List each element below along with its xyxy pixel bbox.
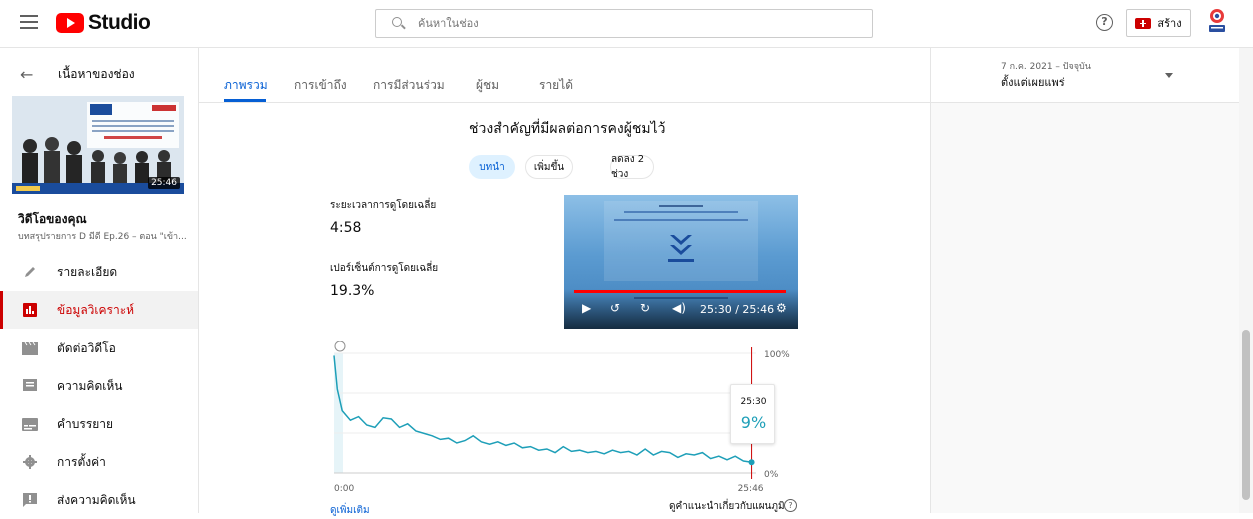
create-button[interactable]: สร้าง <box>1126 9 1191 37</box>
thumbnail-duration: 25:46 <box>148 177 180 189</box>
back-to-content[interactable]: ← เนื้อหาของช่อง <box>20 65 135 84</box>
sidebar-item-label: คำบรรยาย <box>57 416 114 431</box>
info-icon <box>334 341 346 352</box>
video-subtitle: บทสรุปรายการ D มีดี Ep.26 – ตอน "เข้า... <box>18 232 187 242</box>
player-progress-bar[interactable] <box>574 290 786 293</box>
youtube-play-icon <box>56 13 84 33</box>
player-time: 25:30 / 25:46 <box>700 303 775 316</box>
play-icon[interactable]: ▶ <box>582 301 591 315</box>
x-end-label: 25:46 <box>738 484 764 494</box>
brand-name: Studio <box>88 11 151 34</box>
avg-percent-value: 19.3% <box>330 283 375 299</box>
chip-increase[interactable]: เพิ่มขึ้น <box>525 155 573 179</box>
sidebar-item-label: ตัดต่อวิดีโอ <box>57 340 116 355</box>
forward-icon[interactable]: ↻ <box>640 301 650 315</box>
sidebar-item-label: ความคิดเห็น <box>57 378 123 393</box>
tab-audience[interactable]: ผู้ชม <box>476 76 499 95</box>
retention-title: ช่วงสำคัญที่มีผลต่อการคงผู้ชมไว้ <box>469 121 666 137</box>
video-player[interactable]: ▶ ↺ ↻ ◀) 25:30 / 25:46 ⚙ <box>564 195 798 329</box>
sidebar-item-editor[interactable]: ตัดต่อวิดีโอ <box>0 329 198 367</box>
chart-tooltip: 25:30 9% <box>730 384 775 444</box>
y-tick-label: 100% <box>764 350 790 360</box>
video-title: วิดีโอของคุณ <box>18 212 87 226</box>
sidebar-item-label: ข้อมูลวิเคราะห์ <box>57 302 135 317</box>
page-scrollbar[interactable] <box>1239 48 1253 513</box>
analytics-icon <box>21 302 38 319</box>
clapperboard-icon <box>21 340 38 357</box>
sidebar-item-analytics[interactable]: ข้อมูลวิเคราะห์ <box>0 291 198 329</box>
tooltip-time: 25:30 <box>740 397 767 407</box>
retention-line <box>333 355 752 463</box>
date-range-text: 7 ก.ค. 2021 – ปัจจุบัน <box>1001 62 1091 72</box>
y-tick-label: 0% <box>764 470 779 480</box>
see-more-link[interactable]: ดูเพิ่มเติม <box>330 503 370 518</box>
date-filter[interactable]: 7 ก.ค. 2021 – ปัจจุบัน ตั้งแต่เผยแพร่ <box>931 48 1240 103</box>
tab-engagement[interactable]: การมีส่วนร่วม <box>373 76 445 95</box>
hamburger-menu-icon[interactable] <box>20 15 38 29</box>
sidebar-item-details[interactable]: รายละเอียด <box>0 253 198 291</box>
subtitles-icon <box>21 416 38 433</box>
chip-intro[interactable]: บทนำ <box>469 155 515 179</box>
studio-logo[interactable]: Studio <box>56 11 151 35</box>
pencil-icon <box>21 264 38 281</box>
player-settings-gear-icon[interactable]: ⚙ <box>776 301 787 315</box>
rewind-icon[interactable]: ↺ <box>610 301 620 315</box>
feedback-icon <box>21 492 38 509</box>
avatar[interactable] <box>1206 7 1228 37</box>
avg-duration-value: 4:58 <box>330 220 362 236</box>
active-tab-indicator <box>224 99 266 102</box>
tooltip-value: 9% <box>740 413 767 432</box>
sidebar-item-feedback[interactable]: ส่งความคิดเห็น <box>0 481 198 519</box>
dropdown-arrow-icon[interactable] <box>1165 73 1173 78</box>
retention-card: ช่วงสำคัญที่มีผลต่อการคงผู้ชมไว้ บทนำ เพ… <box>199 104 930 516</box>
tab-reach[interactable]: การเข้าถึง <box>294 76 347 95</box>
search-input[interactable] <box>418 17 818 30</box>
sidebar-item-label: ส่งความคิดเห็น <box>57 492 136 507</box>
sidebar-item-subtitles[interactable]: คำบรรยาย <box>0 405 198 443</box>
create-video-icon <box>1135 17 1152 29</box>
chip-decrease[interactable]: ลดลง 2 ช่วง <box>610 154 654 180</box>
create-label: สร้าง <box>1157 17 1182 30</box>
x-start-label: 0:00 <box>334 484 354 494</box>
chart-guide-hint[interactable]: ดูคำแนะนำเกี่ยวกับแผนภูมิ <box>669 499 785 514</box>
avg-percent-label: เปอร์เซ็นต์การดูโดยเฉลี่ย <box>330 263 439 274</box>
right-panel: 7 ก.ค. 2021 – ปัจจุบัน ตั้งแต่เผยแพร่ <box>930 48 1240 513</box>
help-icon[interactable]: ? <box>1096 14 1113 31</box>
sidebar: ← เนื้อหาของช่อง 25:46 วิดีโอของคุณ บทสร… <box>0 48 199 513</box>
volume-icon[interactable]: ◀) <box>672 301 686 315</box>
sidebar-item-comments[interactable]: ความคิดเห็น <box>0 367 198 405</box>
search-box[interactable] <box>375 9 873 38</box>
scrollbar-thumb[interactable] <box>1242 330 1250 500</box>
search-icon <box>392 16 406 31</box>
retention-current-point <box>748 459 755 466</box>
comment-icon <box>21 378 38 395</box>
top-bar: Studio ? สร้าง <box>0 0 1253 47</box>
sidebar-item-label: รายละเอียด <box>57 264 118 279</box>
gear-icon <box>21 454 38 471</box>
video-thumbnail[interactable]: 25:46 <box>12 96 184 194</box>
tab-revenue[interactable]: รายได้ <box>539 76 573 95</box>
sidebar-item-label: การตั้งค่า <box>57 454 106 469</box>
avg-duration-label: ระยะเวลาการดูโดยเฉลี่ย <box>330 200 437 211</box>
tab-overview[interactable]: ภาพรวม <box>224 76 268 95</box>
back-arrow-icon[interactable]: ← <box>20 65 40 84</box>
back-label: เนื้อหาของช่อง <box>58 67 135 81</box>
analytics-tabs: ภาพรวม การเข้าถึง การมีส่วนร่วม ผู้ชม รา… <box>199 48 930 103</box>
date-range-label: ตั้งแต่เผยแพร่ <box>1001 76 1065 89</box>
sidebar-item-settings[interactable]: การตั้งค่า <box>0 443 198 481</box>
help-icon[interactable]: ? <box>784 499 797 512</box>
